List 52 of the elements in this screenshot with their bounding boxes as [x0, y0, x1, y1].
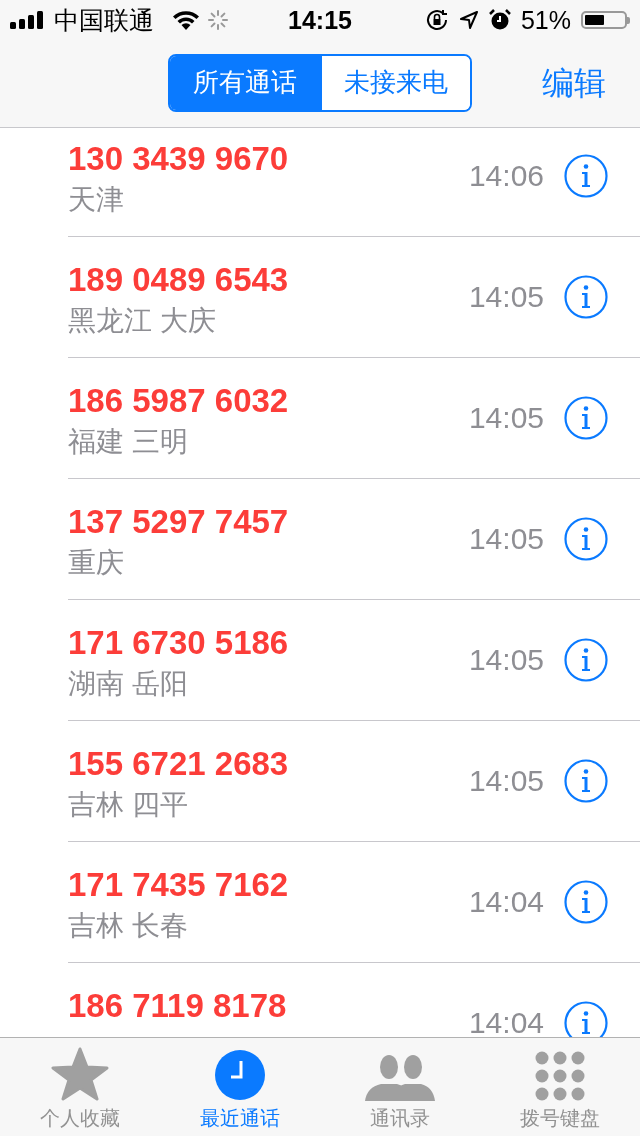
tab-bar-item[interactable]: 最近通话 — [160, 1038, 320, 1136]
call-location: 福建 三明 — [68, 425, 189, 459]
status-time: 14:15 — [288, 5, 352, 35]
tab-bar-item[interactable]: 拨号键盘 — [480, 1038, 640, 1136]
tab-bar-item[interactable]: 通讯录 — [320, 1038, 480, 1136]
segment-tab[interactable]: 所有通话 — [170, 55, 320, 110]
call-time: 14:06 — [468, 159, 544, 193]
location-arrow-icon — [458, 10, 479, 30]
info-icon[interactable] — [564, 1001, 608, 1037]
call-location: 天津 — [68, 183, 125, 217]
call-time: 14:05 — [468, 401, 544, 435]
contacts-icon — [365, 1053, 435, 1101]
phone-number: 186 7119 8178 — [68, 986, 288, 1026]
call-time: 14:04 — [468, 1006, 544, 1037]
alarm-clock-icon — [488, 9, 511, 31]
call-time: 14:05 — [468, 280, 544, 314]
info-icon[interactable] — [564, 759, 608, 803]
info-icon[interactable] — [564, 275, 608, 319]
clock-icon — [214, 1049, 266, 1101]
call-time: 14:05 — [468, 643, 544, 677]
battery-icon — [581, 11, 630, 29]
call-location: 黑龙江 大庆 — [68, 304, 217, 338]
loading-spinner-icon — [208, 10, 228, 30]
phone-number: 186 5987 6032 — [68, 381, 290, 421]
phone-number: 137 5297 7457 — [68, 502, 290, 542]
keypad-icon — [535, 1051, 585, 1101]
signal-icon — [10, 11, 46, 29]
edit-button[interactable]: 编辑 — [542, 61, 606, 106]
phone-number: 155 6721 2683 — [68, 744, 290, 784]
phone-number: 171 7435 7162 — [68, 865, 290, 905]
phone-number: 189 0489 6543 — [68, 260, 290, 300]
info-icon[interactable] — [564, 517, 608, 561]
wifi-icon — [172, 10, 200, 30]
carrier-name: 中国联通 — [54, 4, 154, 36]
phone-number: 171 6730 5186 — [68, 623, 290, 663]
call-location: 湖南 岳阳 — [68, 667, 189, 701]
call-location: 吉林 长春 — [68, 909, 189, 943]
info-icon[interactable] — [564, 396, 608, 440]
segment-tab[interactable]: 未接来电 — [320, 55, 470, 110]
rotation-lock-icon — [424, 8, 449, 32]
call-time: 14:05 — [468, 764, 544, 798]
tab-bar-item[interactable]: 个人收藏 — [0, 1038, 160, 1136]
phone-number: 130 3439 9670 — [68, 139, 290, 179]
battery-percentage: 51% — [520, 5, 571, 35]
call-time: 14:05 — [468, 522, 544, 556]
call-location: 吉林 四平 — [68, 788, 189, 822]
info-icon[interactable] — [564, 638, 608, 682]
info-icon[interactable] — [564, 154, 608, 198]
call-location: 重庆 — [68, 546, 125, 580]
star-icon — [51, 1047, 109, 1101]
info-icon[interactable] — [564, 880, 608, 924]
call-time: 14:04 — [468, 885, 544, 919]
